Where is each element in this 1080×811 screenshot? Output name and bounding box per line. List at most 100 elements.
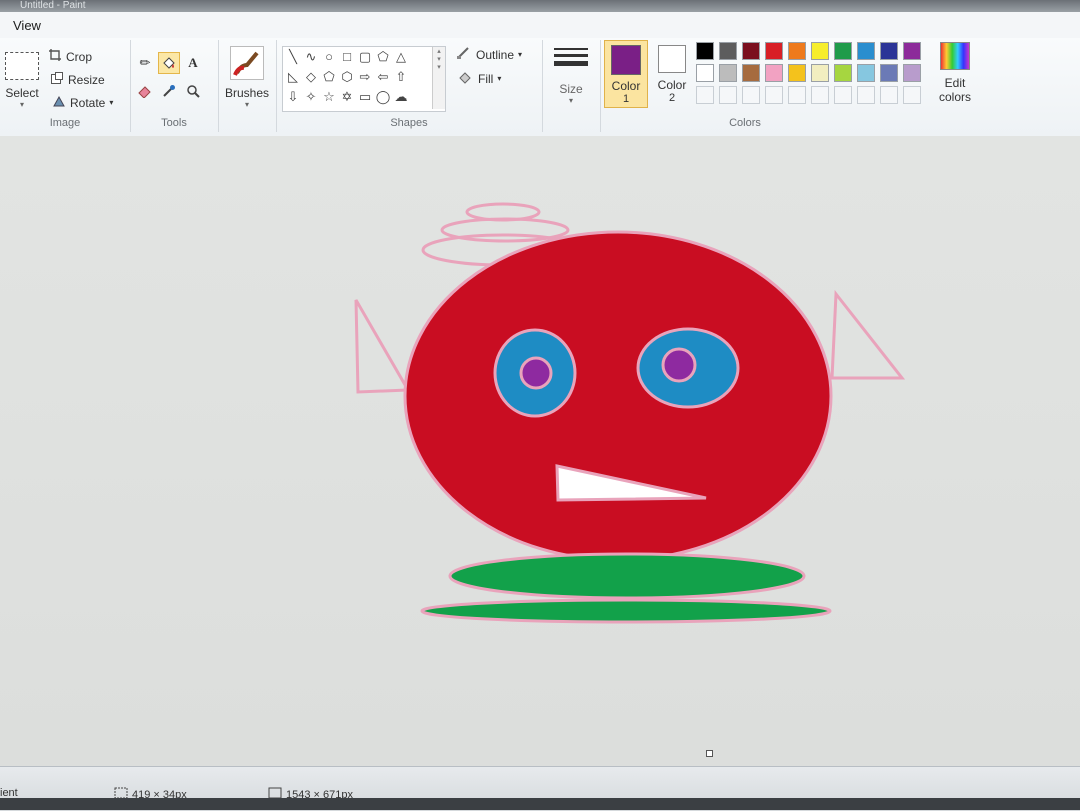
shapes-scroll[interactable]: ▴ ▾ ▾: [432, 47, 445, 109]
diamond-shape-icon[interactable]: ◇: [303, 69, 319, 85]
tools-group: ✏ A Tools: [130, 40, 219, 132]
palette-empty-swatch[interactable]: [857, 86, 875, 104]
pencil-icon[interactable]: ✏: [134, 52, 156, 74]
pentagon-shape-icon[interactable]: ⬠: [321, 69, 337, 85]
chevron-down-icon: ▾: [568, 96, 573, 105]
brushes-button[interactable]: Brushes ▾: [222, 46, 272, 112]
palette-empty-swatch[interactable]: [880, 86, 898, 104]
crop-button[interactable]: Crop: [48, 48, 92, 65]
fill-bucket-icon[interactable]: [158, 52, 180, 74]
canvas-resize-handle[interactable]: [706, 750, 713, 757]
palette-color-swatch[interactable]: [857, 64, 875, 82]
palette-empty-swatch[interactable]: [903, 86, 921, 104]
palette-color-swatch[interactable]: [788, 64, 806, 82]
resize-button[interactable]: Resize: [50, 71, 105, 88]
curve-shape-icon[interactable]: ∿: [303, 49, 319, 65]
rectangle-shape-icon[interactable]: □: [339, 49, 355, 65]
hexagon-shape-icon[interactable]: ⬡: [339, 69, 355, 85]
text-tool-icon[interactable]: A: [182, 52, 204, 74]
right-triangle-shape-icon[interactable]: ◺: [285, 69, 301, 85]
brushes-label: Brushes: [224, 86, 270, 100]
palette-color-swatch[interactable]: [857, 42, 875, 60]
tab-view[interactable]: View: [6, 16, 48, 35]
cloud-callout-shape-icon[interactable]: ☁: [393, 89, 409, 105]
right-ear-shape: [830, 289, 906, 380]
right-arrow-shape-icon[interactable]: ⇨: [357, 69, 373, 85]
menu-bar: View: [0, 12, 1080, 39]
color-palette: [696, 40, 932, 108]
palette-color-swatch[interactable]: [811, 64, 829, 82]
color2-label: Color: [657, 78, 687, 92]
outline-label: Outline: [476, 47, 515, 62]
resize-label: Resize: [68, 72, 105, 87]
resize-icon: [50, 71, 64, 88]
oval-callout-shape-icon[interactable]: ◯: [375, 89, 391, 105]
canvas-area[interactable]: [0, 136, 1080, 766]
palette-color-swatch[interactable]: [834, 64, 852, 82]
down-arrow-shape-icon[interactable]: ⇩: [285, 89, 301, 105]
eraser-icon[interactable]: [134, 80, 156, 102]
callout-shape-icon[interactable]: ▭: [357, 89, 373, 105]
line-shape-icon[interactable]: ╲: [285, 49, 301, 65]
palette-color-swatch[interactable]: [696, 64, 714, 82]
image-group-label: Image: [49, 117, 81, 129]
palette-color-swatch[interactable]: [903, 42, 921, 60]
palette-color-swatch[interactable]: [765, 42, 783, 60]
five-point-star-shape-icon[interactable]: ☆: [321, 89, 337, 105]
brushes-group: Brushes ▾: [218, 40, 277, 132]
crop-label: Crop: [66, 49, 93, 64]
chevron-down-icon: ▾: [497, 74, 502, 83]
size-group: Size ▾: [542, 40, 601, 132]
palette-color-swatch[interactable]: [696, 42, 714, 60]
palette-empty-swatch[interactable]: [765, 86, 783, 104]
palette-empty-swatch[interactable]: [719, 86, 737, 104]
shapes-group: ╲ ∿ ○ □ ▢ ⬠ △ ◺ ◇ ⬠ ⬡ ⇨ ⇦ ⇧ ⇩ ✧ ☆ ✡ ▭ ◯ …: [276, 40, 543, 132]
oval-shape-icon[interactable]: ○: [321, 49, 337, 65]
color2-button[interactable]: Color 2: [650, 40, 694, 108]
palette-color-swatch[interactable]: [765, 64, 783, 82]
palette-color-swatch[interactable]: [719, 42, 737, 60]
size-label: Size: [559, 82, 583, 96]
palette-empty-swatch[interactable]: [696, 86, 714, 104]
palette-empty-swatch[interactable]: [742, 86, 760, 104]
color-picker-icon[interactable]: [158, 80, 180, 102]
color2-swatch: [658, 45, 686, 73]
palette-color-swatch[interactable]: [719, 64, 737, 82]
left-pupil-shape: [519, 356, 553, 390]
select-button[interactable]: Select ▾: [4, 50, 40, 120]
rainbow-icon: [940, 42, 970, 70]
triangle-shape-icon[interactable]: △: [393, 49, 409, 65]
magnifier-icon[interactable]: [182, 80, 204, 102]
palette-color-swatch[interactable]: [788, 42, 806, 60]
rotate-button[interactable]: Rotate ▾: [52, 94, 113, 111]
fill-icon: [458, 70, 474, 87]
six-point-star-shape-icon[interactable]: ✡: [339, 89, 355, 105]
edit-colors-button[interactable]: Edit colors: [934, 40, 976, 108]
outline-button[interactable]: Outline ▾: [456, 46, 522, 63]
chevron-down-icon: ▾: [518, 50, 523, 59]
four-point-star-shape-icon[interactable]: ✧: [303, 89, 319, 105]
size-button[interactable]: Size ▾: [550, 44, 592, 110]
palette-color-swatch[interactable]: [903, 64, 921, 82]
palette-empty-swatch[interactable]: [811, 86, 829, 104]
color1-number: 1: [622, 93, 630, 105]
drawing-canvas[interactable]: [0, 136, 1080, 766]
up-arrow-shape-icon[interactable]: ⇧: [393, 69, 409, 85]
palette-empty-swatch[interactable]: [834, 86, 852, 104]
rounded-rectangle-shape-icon[interactable]: ▢: [357, 49, 373, 65]
fill-button[interactable]: Fill ▾: [458, 70, 501, 87]
palette-color-swatch[interactable]: [742, 42, 760, 60]
base-upper-shape: [448, 552, 806, 600]
palette-color-swatch[interactable]: [880, 42, 898, 60]
palette-color-swatch[interactable]: [834, 42, 852, 60]
left-arrow-shape-icon[interactable]: ⇦: [375, 69, 391, 85]
color1-button[interactable]: Color 1: [604, 40, 648, 108]
tools-group-label: Tools: [161, 117, 187, 129]
polygon-shape-icon[interactable]: ⬠: [375, 49, 391, 65]
palette-color-swatch[interactable]: [880, 64, 898, 82]
palette-color-swatch[interactable]: [811, 42, 829, 60]
palette-empty-swatch[interactable]: [788, 86, 806, 104]
outline-icon: [456, 46, 472, 63]
edit-colors-label-2: colors: [938, 90, 971, 104]
palette-color-swatch[interactable]: [742, 64, 760, 82]
